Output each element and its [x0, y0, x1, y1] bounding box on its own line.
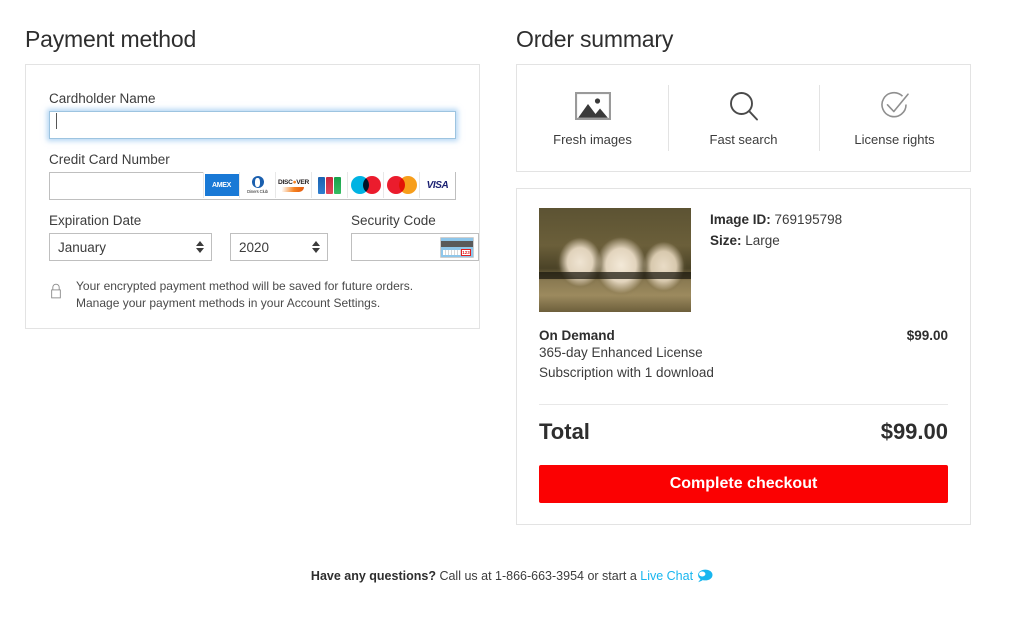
credit-card-number-label: Credit Card Number	[49, 152, 170, 167]
expiration-date-group: Expiration Date January 2020	[49, 213, 328, 261]
license-price: $99.00	[906, 328, 948, 343]
total-row: Total $99.00	[539, 419, 948, 445]
check-circle-icon	[878, 89, 912, 123]
payment-method-panel: Cardholder Name Credit Card Number AMEX …	[25, 64, 480, 329]
feature-license-rights: License rights	[819, 85, 970, 151]
feature-fast-search: Fast search	[668, 85, 819, 151]
total-divider	[539, 403, 948, 405]
visa-icon: VISA	[419, 172, 455, 198]
footer-support: Have any questions? Call us at 1-866-663…	[0, 569, 1024, 586]
amex-icon: AMEX	[203, 172, 239, 198]
order-item: Image ID: 769195798 Size: Large	[539, 208, 948, 312]
footer-question: Have any questions?	[310, 569, 436, 583]
chevron-updown-icon	[196, 241, 204, 253]
checkout-page: Payment method Cardholder Name Credit Ca…	[0, 0, 1024, 623]
text-caret	[56, 113, 57, 129]
image-id-value: 769195798	[774, 212, 843, 227]
image-id-label: Image ID:	[710, 212, 771, 227]
feature-label: Fresh images	[553, 132, 632, 147]
total-label: Total	[539, 418, 590, 444]
credit-card-number-field: Credit Card Number AMEX Diners Club DISC…	[49, 152, 456, 200]
cardholder-name-label: Cardholder Name	[49, 91, 156, 106]
license-block: On Demand $99.00 365-day Enhanced Licens…	[539, 328, 948, 383]
order-details-panel: Image ID: 769195798 Size: Large On Deman…	[516, 188, 971, 525]
security-code-label: Security Code	[351, 213, 436, 228]
size-label: Size:	[710, 232, 742, 248]
footer-call-text: Call us at 1-866-663-3954 or start a	[435, 569, 641, 583]
discover-icon: DISC●VER	[275, 172, 311, 198]
features-panel: Fresh images Fast search License rights	[516, 64, 971, 172]
total-amount: $99.00	[880, 418, 948, 444]
cardholder-name-input[interactable]	[49, 111, 456, 139]
live-chat-link[interactable]: Live Chat	[640, 569, 693, 583]
expiry-security-row: Expiration Date January 2020 Security Co…	[49, 213, 479, 261]
expiration-date-label: Expiration Date	[49, 213, 142, 228]
expiration-month-value: January	[58, 239, 107, 255]
chat-bubble-icon[interactable]	[696, 569, 713, 586]
chevron-updown-icon	[312, 241, 320, 253]
license-line-2: 365-day Enhanced License	[539, 345, 703, 360]
order-summary-title: Order summary	[516, 26, 674, 52]
maestro-icon	[347, 172, 383, 198]
item-meta: Image ID: 769195798 Size: Large	[710, 208, 842, 312]
expiration-year-select[interactable]: 2020	[230, 233, 328, 261]
complete-checkout-button[interactable]: Complete checkout	[539, 464, 948, 503]
expiration-month-select[interactable]: January	[49, 233, 212, 261]
security-code-group: Security Code 123	[351, 213, 479, 261]
diners-club-icon: Diners Club	[239, 172, 275, 198]
accepted-cards-list: AMEX Diners Club DISC●VER VISA	[203, 172, 455, 200]
cardholder-name-field: Cardholder Name	[49, 91, 456, 139]
encryption-notice-text: Your encrypted payment method will be sa…	[76, 279, 414, 311]
image-icon	[574, 89, 611, 123]
credit-card-number-input[interactable]: AMEX Diners Club DISC●VER VISA	[49, 172, 456, 200]
encryption-notice: Your encrypted payment method will be sa…	[49, 278, 456, 313]
license-line-3: Subscription with 1 download	[539, 364, 714, 380]
size-value: Large	[745, 232, 780, 248]
feature-fresh-images: Fresh images	[517, 85, 668, 151]
search-icon	[727, 89, 761, 123]
feature-label: License rights	[854, 132, 935, 147]
lock-icon	[51, 283, 61, 299]
item-thumbnail[interactable]	[539, 208, 691, 312]
size-row: Size: Large	[710, 231, 842, 252]
mastercard-icon	[383, 172, 419, 198]
jcb-icon	[311, 172, 347, 198]
security-code-input[interactable]: 123	[351, 233, 479, 261]
license-name: On Demand	[539, 328, 615, 343]
credit-card-back-icon: 123	[440, 236, 474, 258]
payment-method-title: Payment method	[25, 26, 197, 52]
image-id-row: Image ID: 769195798	[710, 210, 842, 231]
expiration-year-value: 2020	[239, 239, 270, 255]
feature-label: Fast search	[709, 132, 778, 147]
